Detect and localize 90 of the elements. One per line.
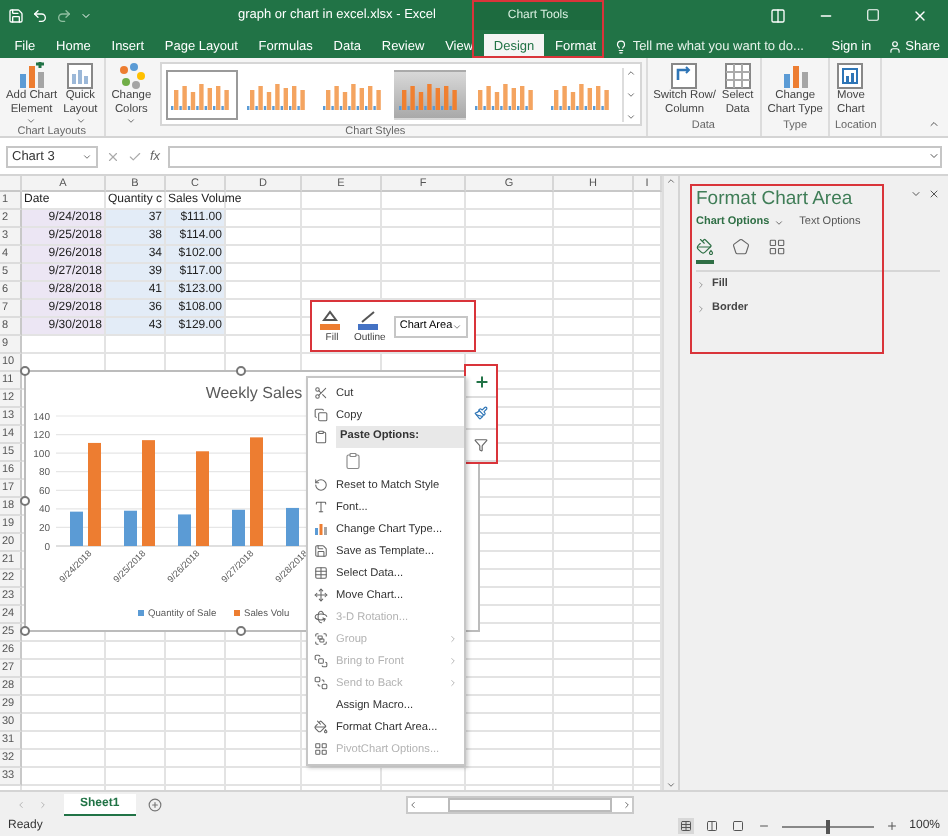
- person-icon: [887, 39, 902, 53]
- bar: [196, 451, 209, 546]
- scroll-down-icon[interactable]: [625, 89, 636, 99]
- formula-field[interactable]: [168, 145, 942, 167]
- chart-style-thumbnail[interactable]: [165, 69, 238, 119]
- caret-icon: [82, 151, 92, 161]
- scroll-down-icon[interactable]: [666, 780, 676, 790]
- rotate-icon: [314, 610, 328, 624]
- chart-title: Weekly Sales: [205, 384, 303, 402]
- grid-icon: [314, 742, 328, 756]
- move-icon: [314, 588, 328, 602]
- resize-handle[interactable]: [20, 496, 30, 506]
- paint-bucket-icon: [314, 720, 328, 734]
- page-icon: [731, 820, 744, 832]
- copy-icon: [314, 408, 328, 422]
- close-icon[interactable]: [928, 188, 940, 200]
- scroll-right-icon[interactable]: [621, 799, 632, 809]
- ribbon-options-icon[interactable]: [770, 7, 786, 23]
- check-icon[interactable]: [128, 149, 142, 163]
- chart-style-thumbnail[interactable]: [393, 69, 466, 119]
- maximize-icon[interactable]: [866, 8, 880, 22]
- icon-tab[interactable]: [696, 238, 714, 264]
- bar: [70, 511, 83, 546]
- pen-color-icon: [357, 309, 382, 329]
- page-layout-button[interactable]: [703, 818, 720, 834]
- bring-to-front-icon: [314, 654, 328, 668]
- expand-icon: [696, 279, 706, 289]
- customize-icon[interactable]: [80, 9, 92, 21]
- grid-icon: [679, 820, 692, 832]
- bar: [178, 514, 191, 546]
- scroll-up-icon[interactable]: [666, 176, 676, 186]
- add-sheet-icon[interactable]: [147, 797, 162, 811]
- clipboard-icon: [314, 430, 328, 444]
- bar-chart-icon: [781, 62, 810, 90]
- filter-icon: [474, 438, 488, 452]
- table-icon: [314, 566, 328, 580]
- plus-icon: [473, 373, 489, 389]
- caret-icon: [773, 217, 784, 227]
- send-to-back-icon: [314, 676, 328, 690]
- color-dots-icon: [117, 62, 146, 90]
- bar: [286, 507, 299, 546]
- annotation-frame: [472, 0, 604, 58]
- slider-thumb[interactable]: [825, 819, 830, 833]
- undo-icon[interactable]: [32, 7, 48, 23]
- paste-option-icon[interactable]: [344, 452, 362, 470]
- grid-icon: [768, 238, 786, 256]
- caret-icon: [452, 321, 463, 331]
- page-break-button[interactable]: [729, 818, 746, 834]
- pentagon-icon: [732, 238, 750, 256]
- reset-icon: [314, 478, 328, 492]
- bar: [88, 442, 101, 546]
- zoom-out-icon[interactable]: [757, 820, 770, 832]
- legend-marker: [234, 610, 240, 616]
- bar: [250, 437, 263, 546]
- resize-handle[interactable]: [20, 626, 30, 636]
- bar: [232, 509, 245, 546]
- lightbulb-icon: [614, 39, 629, 53]
- group-icon: [314, 632, 328, 646]
- page-icon: [705, 820, 718, 832]
- redo-icon[interactable]: [56, 7, 72, 23]
- caret-icon: [26, 116, 37, 126]
- brush-icon: [474, 406, 488, 420]
- scissors-icon: [314, 386, 328, 400]
- expand-icon: [928, 150, 940, 162]
- pane-title: Format Chart Area: [696, 188, 853, 210]
- scroll-left-icon[interactable]: [407, 799, 418, 809]
- pane-options-icon[interactable]: [910, 188, 922, 200]
- paint-bucket-icon: [696, 238, 714, 256]
- paint-bucket-color-icon: [320, 309, 344, 329]
- resize-handle[interactable]: [236, 626, 246, 636]
- letter-icon: [314, 500, 328, 514]
- scrollbar-thumb[interactable]: [447, 797, 612, 811]
- chart-plus-icon: [17, 62, 46, 90]
- normal-view-button[interactable]: [677, 818, 694, 834]
- collapse-ribbon-icon[interactable]: [928, 118, 940, 130]
- resize-handle[interactable]: [236, 366, 246, 376]
- resize-handle[interactable]: [20, 366, 30, 376]
- caret-icon: [75, 116, 86, 126]
- expand-icon: [696, 303, 706, 313]
- save-icon[interactable]: [8, 7, 24, 23]
- caret-icon: [126, 116, 137, 126]
- cancel-icon[interactable]: [106, 149, 120, 163]
- bar-chart-icon: [314, 522, 328, 536]
- zoom-in-icon[interactable]: [885, 820, 898, 832]
- scroll-up-icon[interactable]: [625, 67, 636, 77]
- bar: [124, 510, 137, 546]
- bar: [142, 440, 155, 546]
- save-icon: [314, 544, 328, 558]
- more-icon[interactable]: [625, 111, 636, 121]
- legend-marker: [138, 610, 144, 616]
